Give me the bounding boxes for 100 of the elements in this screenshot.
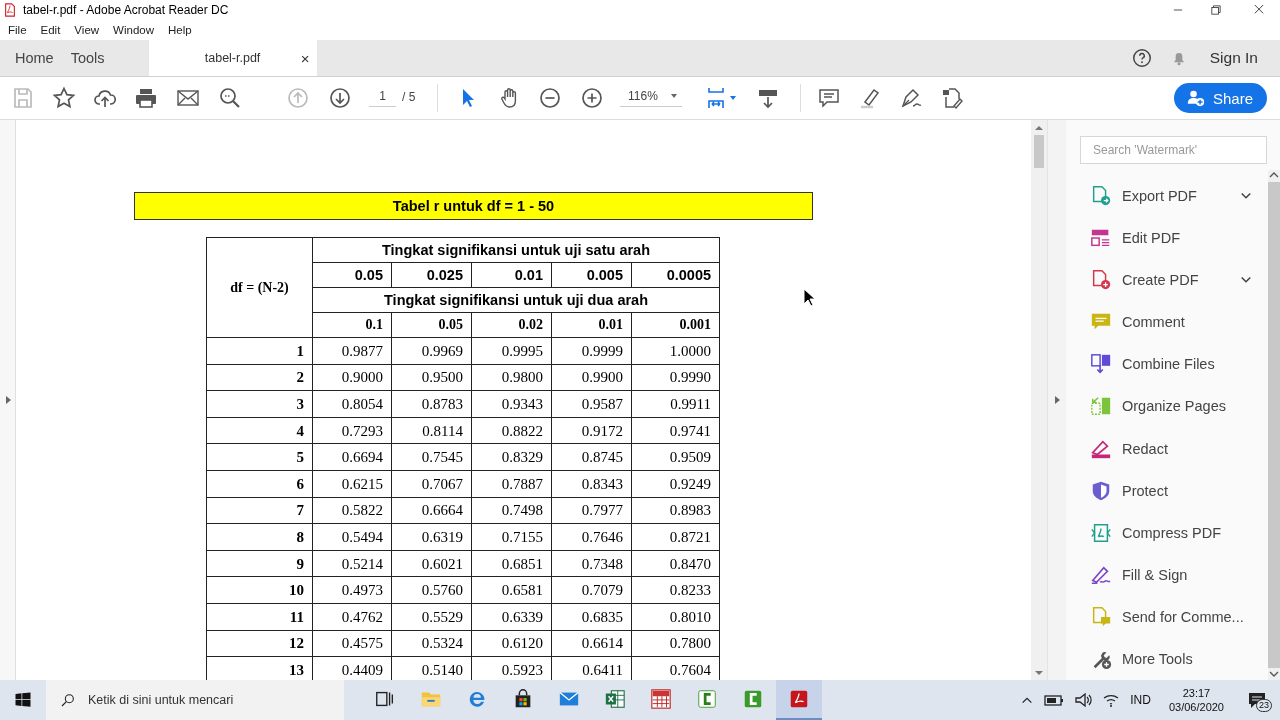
table-cell: 0.7155: [471, 523, 552, 551]
star-icon[interactable]: [52, 86, 76, 110]
collapse-right-pane-icon[interactable]: [1053, 395, 1061, 405]
taskbar-search-field[interactable]: Ketik di sini untuk mencari: [46, 680, 344, 720]
tool-item[interactable]: Comment: [1066, 301, 1268, 344]
tool-item[interactable]: Send for Comme...: [1066, 595, 1268, 638]
table-cell: 0.7887: [471, 470, 552, 498]
sign-in-link[interactable]: Sign In: [1209, 49, 1258, 67]
column-header: 0.0005: [631, 262, 720, 288]
table-cell: 0.6581: [471, 576, 552, 604]
table-cell: 0.5822: [312, 497, 392, 524]
share-button[interactable]: Share: [1174, 83, 1267, 113]
tool-item[interactable]: Create PDF: [1066, 259, 1268, 302]
table-cell: 0.8233: [631, 576, 720, 604]
zoom-dropdown[interactable]: 116%: [620, 89, 682, 107]
table-cell: 0.6021: [391, 550, 472, 577]
column-header: 0.005: [551, 262, 632, 288]
table-cell: 0.9900: [551, 364, 632, 391]
table-cell: 0.6851: [471, 550, 552, 577]
column-header: 0.01: [471, 262, 552, 288]
table-cell: 0.7067: [391, 470, 472, 498]
column-header: 0.1: [312, 312, 392, 338]
table-cell: 0.9741: [631, 417, 720, 444]
table-cell: 0.9877: [312, 337, 392, 365]
column-group-header: Tingkat signifikansi untuk uji satu arah: [312, 237, 720, 263]
wifi-icon[interactable]: [1102, 692, 1121, 708]
pen-sign-icon[interactable]: [899, 86, 923, 110]
table-cell: 11: [206, 603, 313, 631]
speaker-icon[interactable]: [1074, 692, 1093, 708]
clock[interactable]: 23:17 03/06/2020: [1168, 686, 1224, 714]
language-indicator[interactable]: IND: [1130, 693, 1151, 707]
spreadsheet-icon: [604, 688, 626, 710]
table-cell: 12: [206, 630, 313, 657]
highlighter-icon[interactable]: [858, 86, 882, 110]
arrow-down-circle-icon[interactable]: [328, 86, 352, 110]
battery-icon[interactable]: [1044, 692, 1065, 708]
table-cell: 5: [206, 443, 313, 471]
print-icon[interactable]: [134, 86, 158, 110]
search-icon[interactable]: [218, 86, 242, 110]
scrollbar-thumb[interactable]: [1034, 135, 1044, 168]
tab[interactable]: tabel-r.pdf ×: [148, 40, 317, 76]
menu-item[interactable]: Help: [168, 24, 192, 36]
table-cell: 0.4762: [312, 603, 392, 631]
table-cell: 0.9249: [631, 470, 720, 498]
table-cell: 0.8329: [471, 443, 552, 471]
column-group-header: Tingkat signifikansi untuk uji dua arah: [312, 287, 720, 313]
tab[interactable]: Tools: [62, 40, 114, 76]
table-cell: 0.7800: [631, 630, 720, 657]
windows-logo-icon[interactable]: [14, 691, 32, 709]
search-icon: [60, 692, 76, 708]
close-tab-button[interactable]: ×: [300, 49, 310, 67]
scroll-down-icon[interactable]: [1034, 668, 1044, 678]
table-cell: 0.9343: [471, 390, 552, 418]
column-header: 0.025: [391, 262, 472, 288]
table-cell: 0.4973: [312, 576, 392, 604]
scroll-up-icon[interactable]: [1268, 170, 1280, 182]
table-cell: 0.5529: [391, 603, 472, 631]
menu-item[interactable]: View: [74, 24, 100, 36]
column-header: 0.05: [391, 312, 472, 338]
table-cell: 0.9995: [471, 337, 552, 365]
table-cell: 0.4575: [312, 630, 392, 657]
table-cell: 6: [206, 470, 313, 498]
table-cell: 7: [206, 497, 313, 524]
pdf-app-icon: [788, 688, 810, 710]
tool-item[interactable]: More Tools: [1066, 637, 1268, 680]
document-edit-icon[interactable]: [940, 86, 964, 110]
scrollbar[interactable]: [1031, 120, 1047, 680]
tool-item[interactable]: Combine Files: [1066, 343, 1268, 386]
table-cell: 0.8343: [551, 470, 632, 498]
tool-item[interactable]: Fill & Sign: [1066, 553, 1268, 596]
table-cell: 0.5760: [391, 576, 472, 604]
tool-item[interactable]: Redact: [1066, 427, 1268, 470]
comment-icon[interactable]: [817, 86, 841, 110]
page-number-field[interactable]: 1: [369, 89, 396, 107]
zoom-out-icon[interactable]: [538, 86, 562, 110]
menu-item[interactable]: Window: [113, 24, 154, 36]
scroll-down-icon[interactable]: [1268, 668, 1280, 680]
table-cell: 0.6694: [312, 443, 392, 471]
table-cell: 0.8983: [631, 497, 720, 524]
table-cell: 0.6120: [471, 630, 552, 657]
menu-item[interactable]: Edit: [40, 24, 61, 36]
menu-item[interactable]: File: [8, 24, 27, 36]
scrollbar[interactable]: [1268, 170, 1280, 680]
table-cell: 0.8470: [631, 550, 720, 577]
zoom-in-icon[interactable]: [580, 86, 604, 110]
tool-item[interactable]: Protect: [1066, 469, 1268, 512]
table-cell: 0.7348: [551, 550, 632, 577]
help-icon[interactable]: [1130, 47, 1153, 69]
table-cell: 4: [206, 417, 313, 444]
expand-left-pane-icon[interactable]: [3, 395, 12, 405]
table-cell: 0.8054: [312, 390, 392, 418]
tool-item[interactable]: Edit PDF: [1066, 217, 1268, 260]
tab[interactable]: Home: [0, 40, 63, 76]
tool-item[interactable]: Export PDF: [1066, 175, 1268, 218]
table-cell: 0.6664: [391, 497, 472, 524]
tool-item[interactable]: Compress PDF: [1066, 511, 1268, 554]
table-cell: 0.6319: [391, 523, 472, 551]
table-cell: 0.5494: [312, 523, 392, 551]
tool-item[interactable]: Organize Pages: [1066, 385, 1268, 428]
table-cell: 1: [206, 337, 313, 365]
